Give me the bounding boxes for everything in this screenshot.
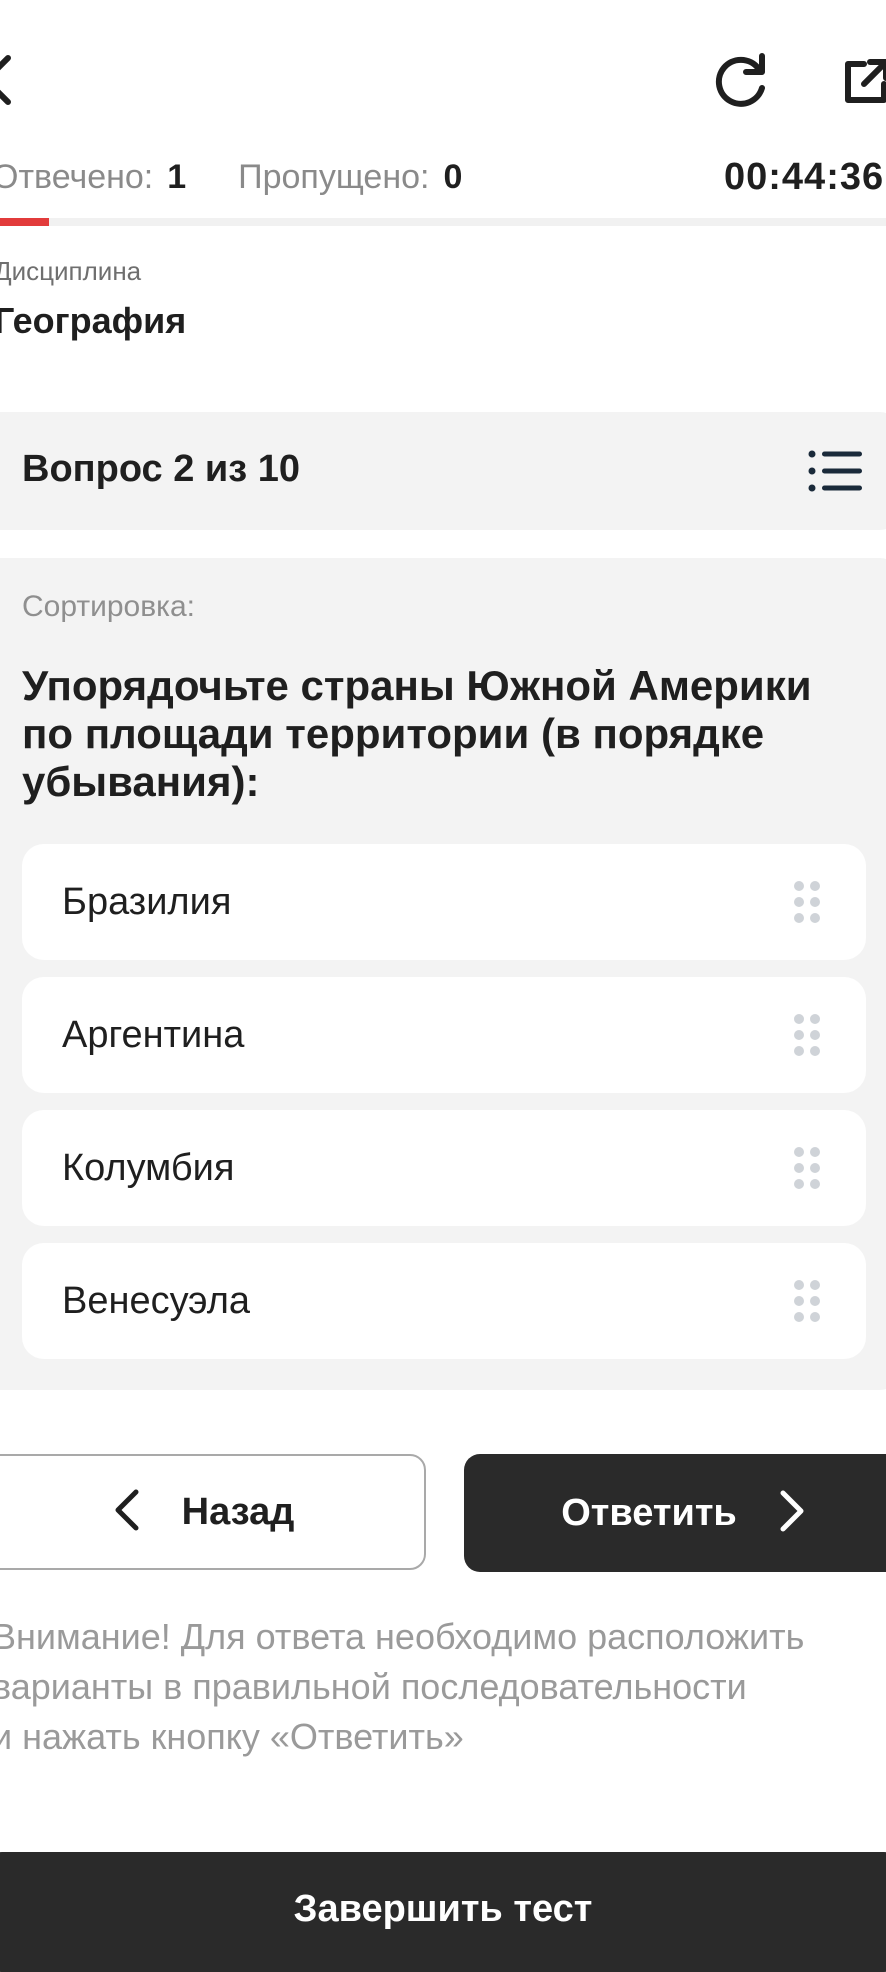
drag-handle-icon[interactable]: [792, 880, 822, 924]
answered-label: Отвечено:: [0, 157, 154, 196]
finish-test-label: Завершить тест: [293, 1888, 593, 1930]
progress-fill: [0, 218, 49, 226]
drag-handle-icon[interactable]: [792, 1146, 822, 1190]
answer-button[interactable]: Ответить: [464, 1454, 886, 1572]
skipped-count: 0: [443, 157, 463, 196]
chevron-right-icon: [777, 1489, 807, 1538]
sortable-option[interactable]: Бразилия: [22, 844, 866, 960]
discipline-label: Дисциплина: [0, 256, 142, 286]
question-counter: Вопрос 2 из 10: [22, 448, 300, 490]
timer: 00:44:36: [724, 155, 885, 198]
sortable-option[interactable]: Аргентина: [22, 977, 866, 1093]
external-link-icon[interactable]: [842, 56, 886, 106]
notice-text: Внимание! Для ответа необходимо располож…: [0, 1616, 805, 1757]
option-label: Венесуэла: [62, 1279, 251, 1322]
question-text: Упорядочьте страны Южной Америки по площ…: [22, 662, 812, 805]
option-label: Колумбия: [62, 1146, 235, 1189]
option-label: Бразилия: [62, 880, 232, 923]
skipped-label: Пропущено:: [238, 157, 430, 196]
sortable-option[interactable]: Венесуэла: [22, 1243, 866, 1359]
back-chevron-icon[interactable]: [0, 50, 18, 110]
drag-handle-icon[interactable]: [792, 1279, 822, 1323]
discipline-value: География: [0, 300, 187, 341]
back-button[interactable]: Назад: [0, 1454, 426, 1570]
progress-bar: [0, 218, 886, 226]
option-label: Аргентина: [62, 1013, 245, 1056]
refresh-icon[interactable]: [712, 50, 770, 112]
drag-handle-icon[interactable]: [792, 1013, 822, 1057]
stats-row: Отвечено: 1 Пропущено: 0: [0, 152, 462, 202]
chevron-left-icon: [112, 1488, 142, 1537]
sortable-option[interactable]: Колумбия: [22, 1110, 866, 1226]
question-type: Сортировка:: [22, 590, 195, 623]
back-button-label: Назад: [181, 1490, 295, 1533]
answered-count: 1: [167, 157, 187, 196]
answer-button-label: Ответить: [561, 1491, 737, 1534]
list-icon[interactable]: [808, 450, 862, 492]
